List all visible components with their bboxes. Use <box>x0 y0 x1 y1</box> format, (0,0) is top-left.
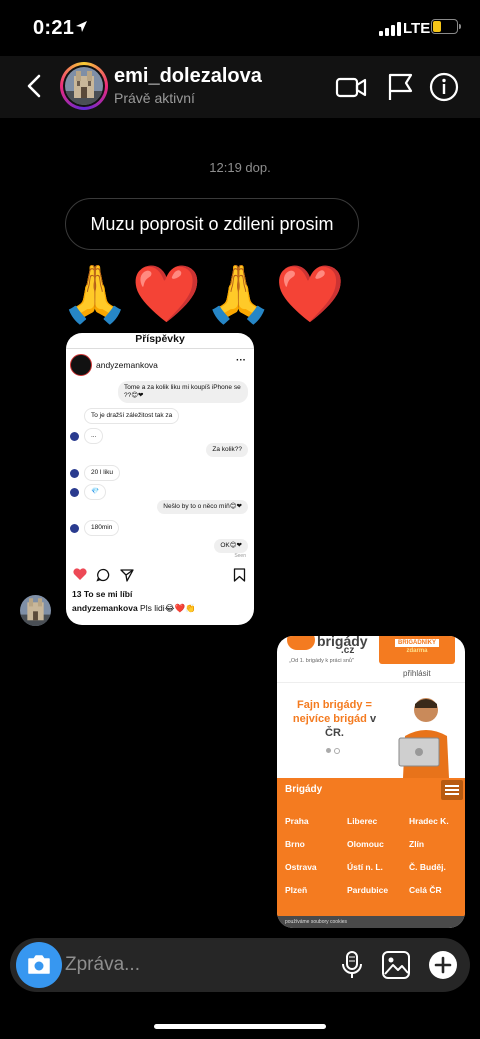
status-bar: 0:21 LTE <box>0 0 480 56</box>
flag-icon[interactable] <box>383 70 417 104</box>
church-photo <box>65 67 103 105</box>
dm-bubble: OK😊❤ <box>214 539 248 553</box>
comment-icon <box>96 568 110 582</box>
screenshot-title: Příspěvky <box>135 333 185 345</box>
video-call-icon[interactable] <box>334 70 368 104</box>
dm-avatar <box>70 488 79 497</box>
hero-headline: Fajn brigády = nejvíce brigád v ČR. <box>292 699 377 739</box>
shared-image-website-screenshot[interactable]: brigády .cz „Od 1. brigády k práci snů" … <box>277 636 465 928</box>
likes-count: 13 To se mi líbí <box>72 589 133 599</box>
cta-button[interactable]: BRIGÁDNÍKY zdarma <box>379 636 455 664</box>
dm-bubble: ... <box>84 428 104 444</box>
microphone-icon[interactable] <box>340 950 364 980</box>
more-options-icon: ··· <box>236 355 246 366</box>
battery-icon <box>431 19 458 34</box>
info-icon[interactable] <box>427 70 461 104</box>
signal-bars-icon <box>379 22 401 36</box>
login-link[interactable]: přihlásit <box>403 669 431 678</box>
message-composer: Zpráva... <box>10 938 470 992</box>
section-title: Brigády <box>285 784 323 795</box>
location-arrow-icon <box>76 21 87 32</box>
post-account: andyzemankova <box>96 360 158 370</box>
dm-bubble: Tome a za kolik liku mi koupíš iPhone se… <box>118 381 248 403</box>
hero-person-image <box>398 698 449 778</box>
message-text: Muzu poprosit o zdileni prosim <box>90 213 334 234</box>
dm-bubble: To je dražší záležitost tak za <box>84 408 180 424</box>
message-timestamp: 12:19 dop. <box>209 160 271 175</box>
city-link[interactable]: Ústí n. L. <box>347 862 383 872</box>
battery-tip <box>459 24 461 29</box>
post-avatar <box>70 354 92 376</box>
status-time: 0:21 <box>33 17 75 39</box>
share-icon <box>120 569 134 582</box>
city-link[interactable]: Č. Buděj. <box>409 862 446 872</box>
dm-bubble: 20 l liku <box>84 465 121 481</box>
home-indicator <box>154 1024 326 1029</box>
site-tagline: „Od 1. brigády k práci snů" <box>289 658 354 664</box>
plus-icon[interactable] <box>427 949 459 981</box>
camera-button[interactable] <box>16 942 62 988</box>
shared-image-posts-screenshot[interactable]: Příspěvky andyzemankova ··· Tome a za ko… <box>66 333 254 625</box>
gallery-icon[interactable] <box>381 950 411 980</box>
sender-avatar[interactable] <box>20 595 51 626</box>
message-bubble[interactable]: Muzu poprosit o zdileni prosim <box>65 198 359 250</box>
username[interactable]: emi_dolezalova <box>114 65 262 88</box>
back-chevron-icon[interactable] <box>22 70 48 102</box>
cookie-bar: používáme soubory cookies <box>277 916 465 928</box>
hamburger-menu-icon[interactable] <box>441 780 463 800</box>
city-link[interactable]: Liberec <box>347 816 377 826</box>
presence-status: Právě aktivní <box>114 90 195 106</box>
emoji-message[interactable]: 🙏❤️🙏❤️ <box>60 262 347 326</box>
jobs-section: Brigády Praha Liberec Hradec K. Brno Olomouc… <box>277 778 465 916</box>
dm-avatar <box>70 432 79 441</box>
post-caption: andyzemankova Pls lidi😂❤️👏 <box>72 603 196 613</box>
heart-like-icon <box>73 568 87 580</box>
site-logo-domain: .cz <box>341 645 355 656</box>
network-type: LTE <box>403 20 431 37</box>
city-link[interactable]: Ostrava <box>285 862 317 872</box>
city-link[interactable]: Pardubice <box>347 885 388 895</box>
carousel-dot-active[interactable] <box>326 748 331 753</box>
camera-icon <box>28 955 50 974</box>
carousel-dot[interactable] <box>334 748 340 754</box>
city-link[interactable]: Hradec K. <box>409 816 449 826</box>
dm-bubble: 180min <box>84 520 120 536</box>
city-link[interactable]: Praha <box>285 816 309 826</box>
dm-bubble: Seen <box>234 553 246 559</box>
city-link[interactable]: Zlín <box>409 839 424 849</box>
city-link[interactable]: Olomouc <box>347 839 384 849</box>
dm-thread: Tome a za kolik liku mi koupíš iPhone se… <box>66 377 254 567</box>
church-photo <box>20 595 51 626</box>
message-input[interactable]: Zpráva... <box>65 954 140 976</box>
dm-avatar <box>70 524 79 533</box>
conversation-header: emi_dolezalova Právě aktivní <box>0 56 480 118</box>
city-link[interactable]: Celá ČR <box>409 885 442 895</box>
dm-bubble: 💎 <box>84 484 107 500</box>
bookmark-icon <box>233 568 246 582</box>
dm-bubble: Nešlo by to o něco míň😊❤ <box>157 500 248 514</box>
dm-bubble: Za kolik?? <box>206 443 248 457</box>
dm-avatar <box>70 469 79 478</box>
site-logo-mark <box>287 636 315 650</box>
city-link[interactable]: Brno <box>285 839 305 849</box>
avatar[interactable] <box>60 62 108 110</box>
city-link[interactable]: Plzeň <box>285 885 307 895</box>
